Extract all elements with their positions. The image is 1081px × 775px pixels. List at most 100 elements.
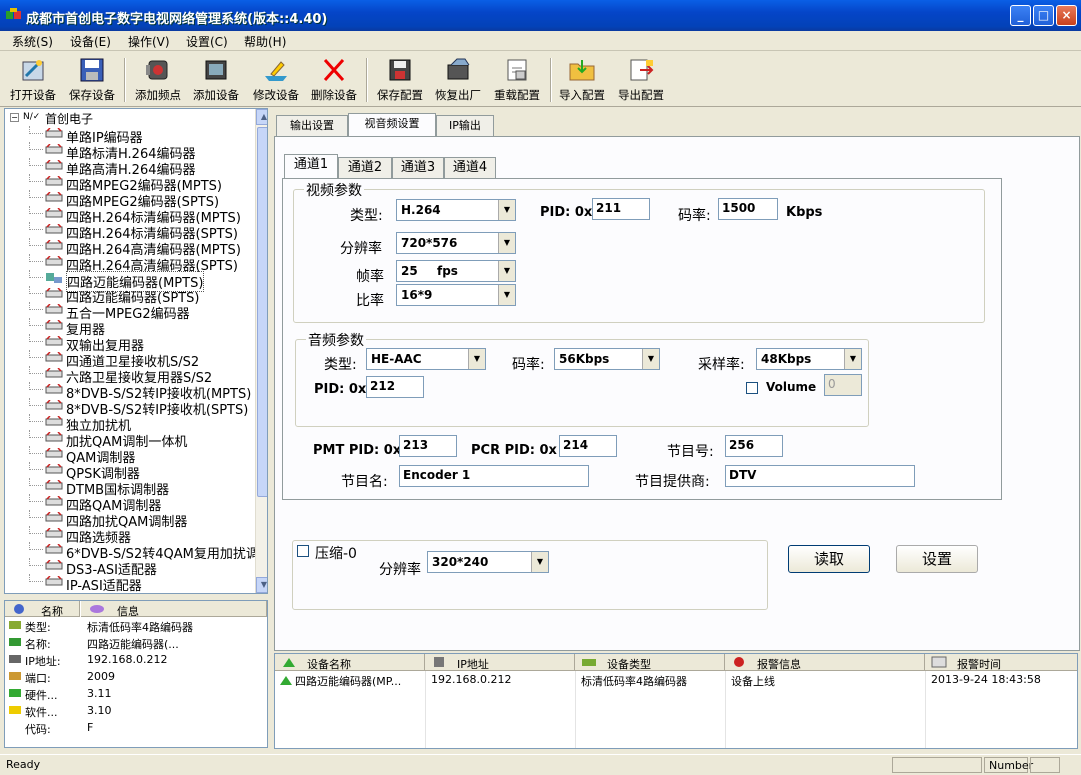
tab-av-settings[interactable]: 视音频设置 bbox=[348, 113, 436, 137]
read-button[interactable]: 读取 bbox=[788, 545, 870, 573]
pcr-pid-field[interactable]: 214 bbox=[559, 435, 617, 457]
prop-icon bbox=[9, 655, 21, 663]
menu-settings[interactable]: 设置(C) bbox=[186, 33, 228, 50]
video-rate-label: 码率: bbox=[678, 208, 711, 224]
col-device-name[interactable]: 设备名称 bbox=[275, 654, 425, 671]
add-device-button[interactable]: 添加设备 bbox=[188, 56, 244, 106]
device-icon bbox=[45, 560, 63, 570]
col-alarm-info[interactable]: 报警信息 bbox=[725, 654, 925, 671]
pmt-pid-field[interactable]: 213 bbox=[399, 435, 457, 457]
audio-group: 音频参数 类型: HE-AAC ▼ 码率: 56Kbps ▼ 采样率: 48Kbps… bbox=[295, 330, 869, 427]
delete-device-button[interactable]: 删除设备 bbox=[306, 56, 362, 106]
video-aspect-label: 比率 bbox=[356, 293, 384, 309]
prop-icon bbox=[9, 621, 21, 629]
status-ready: Ready bbox=[6, 758, 41, 771]
type-icon bbox=[582, 659, 596, 666]
factory-reset-button[interactable]: 恢复出厂 bbox=[430, 56, 486, 106]
video-aspect-select[interactable]: 16*9 ▼ bbox=[396, 284, 516, 306]
device-icon bbox=[45, 208, 63, 218]
collapse-icon[interactable]: − bbox=[10, 113, 19, 122]
audio-sample-select[interactable]: 48Kbps ▼ bbox=[756, 348, 862, 370]
app-icon bbox=[6, 8, 21, 19]
menu-help[interactable]: 帮助(H) bbox=[244, 33, 286, 50]
menu-device[interactable]: 设备(E) bbox=[70, 33, 111, 50]
scroll-down-icon[interactable]: ▼ bbox=[256, 577, 267, 593]
device-icon bbox=[45, 304, 63, 314]
tree-scrollbar[interactable]: ▲ ▼ bbox=[255, 109, 267, 593]
program-name-field[interactable]: Encoder 1 bbox=[399, 465, 589, 487]
device-icon bbox=[45, 368, 63, 378]
export-config-button[interactable]: 导出配置 bbox=[614, 56, 668, 106]
tab-output-settings[interactable]: 输出设置 bbox=[276, 115, 348, 136]
device-icon bbox=[45, 464, 63, 474]
add-frequency-button[interactable]: 添加频点 bbox=[130, 56, 186, 106]
close-button[interactable]: × bbox=[1056, 5, 1077, 26]
volume-checkbox[interactable] bbox=[746, 382, 758, 394]
network-icon: N/✓ bbox=[23, 112, 41, 122]
video-type-select[interactable]: H.264 ▼ bbox=[396, 199, 516, 221]
col-device-type[interactable]: 设备类型 bbox=[575, 654, 725, 671]
chevron-down-icon: ▼ bbox=[642, 349, 659, 369]
video-fps-select[interactable]: 25 fps ▼ bbox=[396, 260, 516, 282]
scroll-thumb[interactable] bbox=[257, 127, 267, 497]
open-device-icon bbox=[22, 60, 44, 81]
device-selected-icon bbox=[46, 273, 62, 283]
props-header-name[interactable]: 名称 bbox=[5, 601, 80, 618]
window-title: 成都市首创电子数字电视网络管理系统(版本::4.40) bbox=[26, 12, 328, 27]
audio-legend: 音频参数 bbox=[306, 330, 366, 350]
delete-device-icon bbox=[323, 58, 345, 82]
alarm-grid: 设备名称 IP地址 设备类型 报警信息 报警时间 四路迈能编码器(MP... 1… bbox=[274, 653, 1078, 749]
menu-operate[interactable]: 操作(V) bbox=[128, 33, 170, 50]
device-icon bbox=[45, 448, 63, 458]
import-config-button[interactable]: 导入配置 bbox=[556, 56, 608, 106]
col-alarm-time[interactable]: 报警时间 bbox=[925, 654, 1077, 671]
scroll-up-icon[interactable]: ▲ bbox=[256, 109, 267, 125]
video-rate-unit: Kbps bbox=[786, 205, 823, 220]
col-ip-address[interactable]: IP地址 bbox=[425, 654, 575, 671]
edit-device-button[interactable]: 修改设备 bbox=[248, 56, 304, 106]
device-icon bbox=[45, 384, 63, 394]
audio-pid-field[interactable]: 212 bbox=[366, 376, 424, 398]
program-name-label: 节目名: bbox=[341, 474, 388, 490]
save-config-button[interactable]: 保存配置 bbox=[372, 56, 428, 106]
add-device-icon bbox=[205, 60, 227, 80]
compress-checkbox[interactable] bbox=[297, 545, 309, 557]
tab-channel-4[interactable]: 通道4 bbox=[444, 157, 496, 178]
program-number-field[interactable]: 256 bbox=[725, 435, 783, 457]
reload-config-icon bbox=[507, 59, 527, 81]
device-tree: − N/✓ 首创电子 单路IP编码器 单路标清H.264编码器 单路高清H.264编… bbox=[4, 108, 268, 594]
tab-ip-output[interactable]: IP输出 bbox=[436, 115, 494, 136]
minimize-button[interactable]: _ bbox=[1010, 5, 1031, 26]
device-icon bbox=[45, 176, 63, 186]
tab-channel-2[interactable]: 通道2 bbox=[338, 157, 392, 178]
volume-field[interactable]: 0 bbox=[824, 374, 862, 396]
video-group: 视频参数 类型: H.264 ▼ PID: 0x 211 码率: 1500 Kbp… bbox=[293, 180, 985, 323]
audio-sample-label: 采样率: bbox=[698, 357, 745, 373]
status-bar: Ready Number bbox=[0, 754, 1081, 775]
audio-type-select[interactable]: HE-AAC ▼ bbox=[366, 348, 486, 370]
open-device-button[interactable]: 打开设备 bbox=[6, 56, 60, 106]
prop-icon bbox=[9, 706, 21, 714]
add-frequency-icon bbox=[146, 60, 168, 80]
reload-config-button[interactable]: 重载配置 bbox=[488, 56, 546, 106]
maximize-button[interactable]: □ bbox=[1033, 5, 1054, 26]
chevron-down-icon: ▼ bbox=[844, 349, 861, 369]
props-header-info[interactable]: 信息 bbox=[81, 601, 267, 618]
video-res-label: 分辨率 bbox=[340, 241, 382, 257]
audio-rate-select[interactable]: 56Kbps ▼ bbox=[554, 348, 660, 370]
toolbar: 打开设备 保存设备 添加频点 添加设备 修改设备 删除设备 保存配置 恢复出厂 … bbox=[0, 52, 1081, 107]
tab-channel-3[interactable]: 通道3 bbox=[392, 157, 444, 178]
video-pid-field[interactable]: 211 bbox=[592, 198, 650, 220]
menu-system[interactable]: 系统(S) bbox=[12, 33, 53, 50]
video-rate-field[interactable]: 1500 bbox=[718, 198, 778, 220]
provider-field[interactable]: DTV bbox=[725, 465, 915, 487]
save-device-button[interactable]: 保存设备 bbox=[64, 56, 120, 106]
set-button[interactable]: 设置 bbox=[896, 545, 978, 573]
compress-res-label: 分辨率 bbox=[379, 562, 421, 578]
clock-icon bbox=[931, 656, 947, 668]
tab-channel-1[interactable]: 通道1 bbox=[284, 154, 338, 179]
compress-res-select[interactable]: 320*240 ▼ bbox=[427, 551, 549, 573]
compress-label: 压缩-0 bbox=[315, 546, 357, 562]
factory-reset-icon bbox=[447, 58, 470, 80]
video-res-select[interactable]: 720*576 ▼ bbox=[396, 232, 516, 254]
